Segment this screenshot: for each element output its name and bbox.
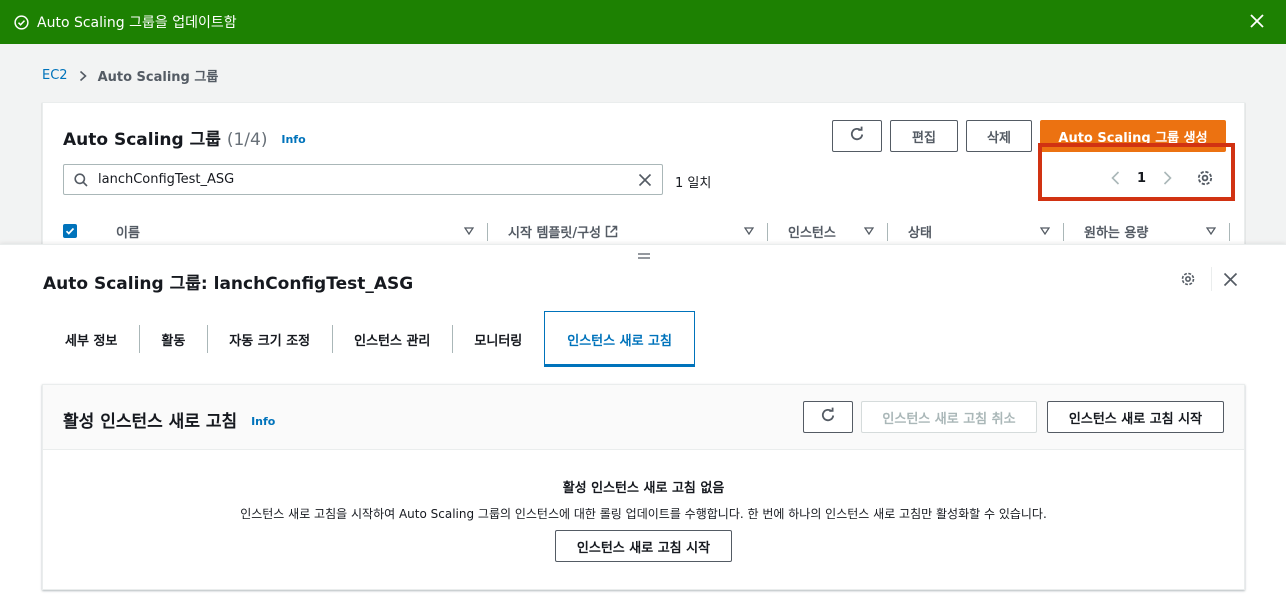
column-label: 상태 [908,225,932,241]
tab-instance-management[interactable]: 인스턴스 관리 [332,311,452,367]
tab-automatic-scaling[interactable]: 자동 크기 조정 [207,311,332,367]
highlight-box [1038,143,1235,201]
list-count: (1/4) [226,130,268,150]
select-all-checkbox[interactable] [63,224,77,238]
detail-split-panel: Auto Scaling 그룹: lanchConfigTest_ASG 세부 … [0,244,1286,615]
start-instance-refresh-button[interactable]: 인스턴스 새로 고침 시작 [1047,401,1224,433]
info-link[interactable]: Info [281,133,305,146]
empty-state-title: 활성 인스턴스 새로 고침 없음 [562,481,725,496]
close-icon[interactable] [1248,12,1266,30]
column-header-name[interactable]: 이름 [96,217,488,245]
column-header-desired-capacity[interactable]: 원하는 용량 [1064,217,1230,245]
column-label: 원하는 용량 [1084,225,1149,241]
breadcrumb-current: Auto Scaling 그룹 [97,70,219,85]
tab-details[interactable]: 세부 정보 [43,311,139,367]
empty-state-description: 인스턴스 새로 고침을 시작하여 Auto Scaling 그룹의 인스턴스에 … [240,507,1047,521]
flash-message: Auto Scaling 그룹을 업데이트함 [37,15,237,31]
instance-refresh-header: 활성 인스턴스 새로 고침 Info 인스턴스 새로 고침 취소 인스턴스 새로… [43,385,1244,450]
list-title: Auto Scaling 그룹 (1/4) Info [63,125,306,150]
tab-monitoring[interactable]: 모니터링 [452,311,544,367]
instance-refresh-title: 활성 인스턴스 새로 고침 Info [63,407,275,432]
column-header-launch-template[interactable]: 시작 템플릿/구성 [488,217,768,245]
resize-handle-icon[interactable] [638,252,650,260]
list-title-text: Auto Scaling 그룹 [63,130,221,150]
edit-button[interactable]: 편집 [890,120,958,152]
sort-caret-icon[interactable] [744,227,754,235]
breadcrumb-link-ec2[interactable]: EC2 [42,68,68,83]
instance-refresh-panel: 활성 인스턴스 새로 고침 Info 인스턴스 새로 고침 취소 인스턴스 새로… [42,384,1245,590]
clear-search-icon[interactable] [638,173,652,187]
search-value: lanchConfigTest_ASG [98,172,235,187]
column-label: 시작 템플릿/구성 [508,225,601,241]
search-icon [74,172,88,187]
close-panel-icon[interactable] [1223,272,1238,287]
sort-caret-icon[interactable] [464,227,474,235]
delete-button[interactable]: 삭제 [966,120,1032,152]
info-link[interactable]: Info [251,415,275,428]
sort-caret-icon[interactable] [1206,227,1216,235]
split-panel-gear-icon[interactable] [1180,271,1196,287]
column-header-status[interactable]: 상태 [888,217,1064,245]
refresh-icon [820,407,836,427]
tab-instance-refresh[interactable]: 인스턴스 새로 고침 [544,311,695,367]
success-check-icon [14,14,29,30]
refresh-button[interactable] [832,120,882,152]
search-input[interactable]: lanchConfigTest_ASG [63,164,663,195]
empty-start-instance-refresh-button[interactable]: 인스턴스 새로 고침 시작 [555,530,732,562]
column-label: 인스턴스 [788,225,836,241]
refresh-button[interactable] [803,401,853,433]
external-link-icon [605,225,618,238]
chevron-right-icon [78,70,88,82]
refresh-icon [849,126,865,146]
column-header-instances[interactable]: 인스턴스 [768,217,888,245]
detail-title: Auto Scaling 그룹: lanchConfigTest_ASG [43,274,414,294]
empty-state: 활성 인스턴스 새로 고침 없음 인스턴스 새로 고침을 시작하여 Auto S… [43,450,1244,522]
detail-tabs: 세부 정보 활동 자동 크기 조정 인스턴스 관리 모니터링 인스턴스 새로 고… [43,311,695,367]
divider [1211,267,1212,291]
sort-caret-icon[interactable] [1040,227,1050,235]
match-count: 1 일치 [675,176,712,191]
column-divider [1229,223,1230,241]
tab-activity[interactable]: 활동 [139,311,207,367]
instance-refresh-title-text: 활성 인스턴스 새로 고침 [63,412,238,432]
sort-caret-icon[interactable] [864,227,874,235]
cancel-instance-refresh-button[interactable]: 인스턴스 새로 고침 취소 [861,401,1037,433]
breadcrumb: EC2 Auto Scaling 그룹 [42,66,218,85]
column-label: 이름 [116,225,140,241]
success-flash-banner: Auto Scaling 그룹을 업데이트함 [0,0,1286,44]
